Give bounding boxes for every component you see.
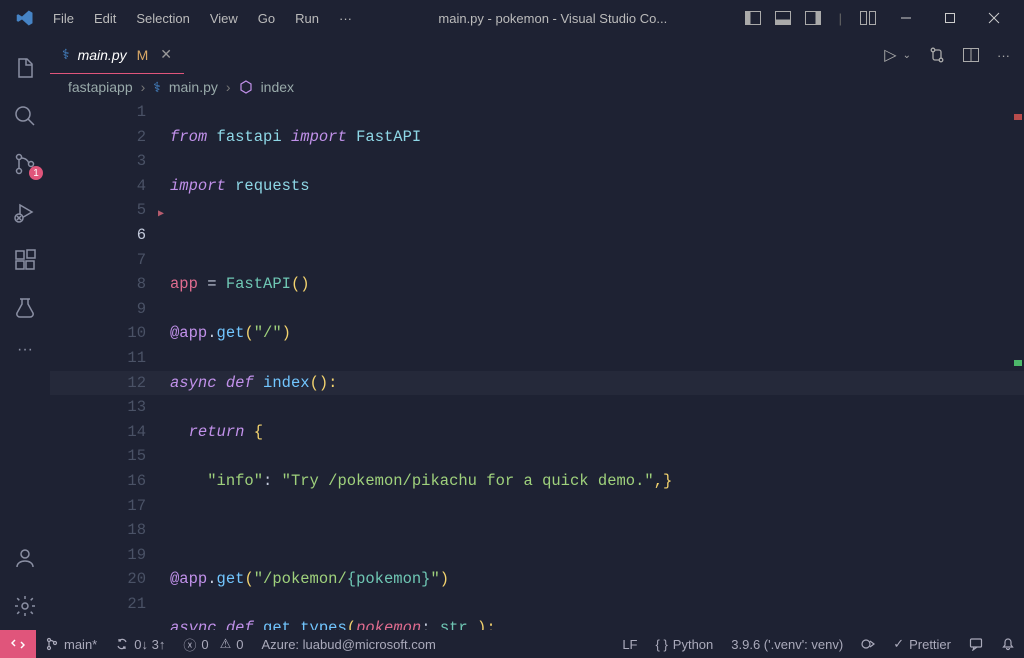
maximize-button[interactable] (928, 0, 972, 36)
layout-controls: | (745, 11, 884, 26)
activity-bar: 1 ··· (0, 36, 50, 630)
remote-indicator[interactable] (0, 630, 36, 658)
layout-panel-bottom-icon[interactable] (775, 11, 791, 25)
scm-badge: 1 (29, 166, 43, 180)
minimap-change-marker (1014, 360, 1022, 366)
debug-icon[interactable] (1, 188, 49, 236)
menu-file[interactable]: File (44, 7, 83, 30)
account-icon[interactable] (1, 534, 49, 582)
minimap[interactable] (1006, 100, 1024, 630)
notifications-icon[interactable] (992, 630, 1024, 658)
git-compare-icon[interactable] (929, 47, 945, 63)
menu-selection[interactable]: Selection (127, 7, 198, 30)
layout-panel-left-icon[interactable] (745, 11, 761, 25)
editor-actions: ▷ ⌄ ··· (870, 36, 1024, 74)
tab-modified-indicator: M (137, 47, 149, 63)
python-file-icon: ⚕ (153, 79, 161, 96)
python-interpreter[interactable]: 3.9.6 ('.venv': venv) (722, 630, 852, 658)
title-bar: File Edit Selection View Go Run ··· main… (0, 0, 1024, 36)
menu-bar: File Edit Selection View Go Run ··· (44, 7, 361, 30)
azure-account[interactable]: Azure: luabud@microsoft.com (252, 630, 444, 658)
run-dropdown-icon[interactable]: ⌄ (903, 50, 911, 61)
language-mode[interactable]: { }Python (647, 630, 723, 658)
settings-gear-icon[interactable] (1, 582, 49, 630)
source-control-icon[interactable]: 1 (1, 140, 49, 188)
more-icon[interactable]: ··· (1, 332, 49, 368)
vscode-logo-icon (16, 8, 36, 28)
code-editor[interactable]: 12345▶6789101112131415161718192021 from … (50, 100, 1024, 630)
search-icon[interactable] (1, 92, 49, 140)
layout-panel-right-icon[interactable] (805, 11, 821, 25)
menu-run[interactable]: Run (286, 7, 328, 30)
editor-tabs: ⚕ main.py M ✕ ▷ ⌄ ··· (50, 36, 1024, 74)
breadcrumb[interactable]: fastapiapp › ⚕ main.py › index (50, 74, 1024, 100)
editor-region: ⚕ main.py M ✕ ▷ ⌄ ··· fastapiapp › ⚕ mai… (50, 36, 1024, 630)
symbol-method-icon (239, 80, 253, 94)
menu-go[interactable]: Go (249, 7, 284, 30)
menu-view[interactable]: View (201, 7, 247, 30)
breadcrumb-file[interactable]: main.py (169, 79, 218, 95)
breadcrumb-symbol[interactable]: index (261, 79, 294, 95)
tab-main-py[interactable]: ⚕ main.py M ✕ (50, 36, 184, 74)
code-content[interactable]: from fastapi import FastAPI import reque… (170, 100, 1024, 630)
git-branch[interactable]: main* (36, 630, 106, 658)
line-number-gutter: 12345▶6789101112131415161718192021 (50, 100, 170, 630)
breadcrumb-folder[interactable]: fastapiapp (68, 79, 133, 95)
minimize-button[interactable] (884, 0, 928, 36)
explorer-icon[interactable] (1, 44, 49, 92)
tab-filename: main.py (78, 47, 127, 63)
status-bar: main* 0↓ 3↑ ⓧ0⚠0 Azure: luabud@microsoft… (0, 630, 1024, 658)
menu-edit[interactable]: Edit (85, 7, 125, 30)
editor-more-icon[interactable]: ··· (997, 48, 1010, 63)
split-editor-icon[interactable] (963, 48, 979, 62)
extensions-icon[interactable] (1, 236, 49, 284)
live-share-icon[interactable] (852, 630, 884, 658)
testing-icon[interactable] (1, 284, 49, 332)
menu-more[interactable]: ··· (330, 7, 361, 30)
layout-customize-icon[interactable] (860, 11, 876, 25)
window-controls (884, 0, 1016, 36)
problems[interactable]: ⓧ0⚠0 (174, 630, 252, 658)
minimap-error-marker (1014, 114, 1022, 120)
run-file-icon[interactable]: ▷ (884, 45, 896, 65)
git-sync[interactable]: 0↓ 3↑ (106, 630, 174, 658)
prettier-status[interactable]: ✓Prettier (884, 630, 960, 658)
end-of-line[interactable]: LF (613, 630, 646, 658)
chevron-right-icon: › (226, 79, 231, 95)
chevron-right-icon: › (141, 79, 146, 95)
close-button[interactable] (972, 0, 1016, 36)
feedback-icon[interactable] (960, 630, 992, 658)
window-title: main.py - pokemon - Visual Studio Co... (361, 11, 745, 26)
layout-separator: | (839, 11, 842, 26)
tab-close-icon[interactable]: ✕ (160, 46, 172, 63)
python-file-icon: ⚕ (62, 46, 70, 63)
